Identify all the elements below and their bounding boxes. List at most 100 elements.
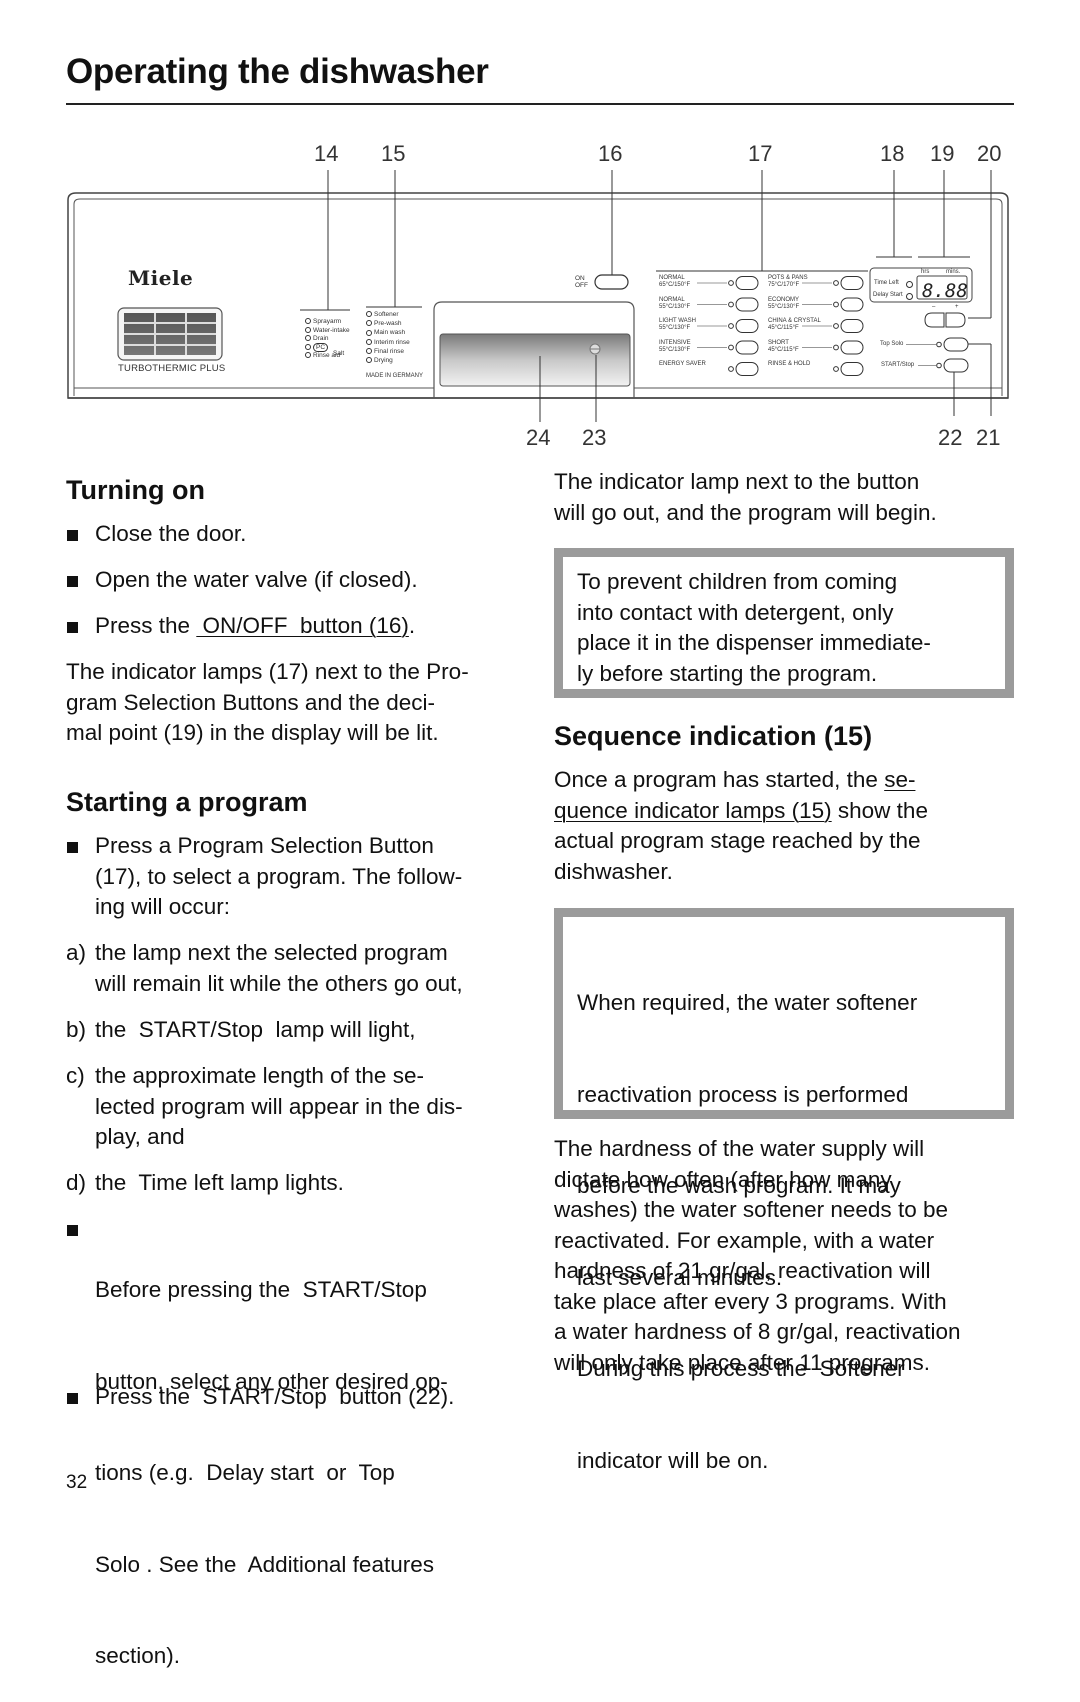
salt-label: Salt — [333, 350, 345, 357]
detergent-note: To prevent children from coming into con… — [554, 548, 1014, 698]
program-temp: 55°C/130°F — [659, 303, 691, 310]
time-display: 8.88 — [922, 280, 968, 302]
program-button-pots-pans-0[interactable] — [841, 277, 863, 290]
plus-button[interactable] — [946, 313, 965, 327]
program-label: SHORT 45°C/115°F — [768, 339, 799, 353]
indicator-final-rinse: Final rinse — [366, 348, 404, 356]
bullet-icon — [67, 622, 78, 633]
delay-start-label: Delay Start — [873, 292, 903, 298]
program-button-normal-1[interactable] — [736, 298, 758, 311]
starting-step-3: Press the START/Stop button (22). — [95, 1384, 455, 1409]
turning-on-step-2: Open the water valve (if closed). — [95, 567, 418, 592]
top-solo-button[interactable] — [944, 338, 968, 351]
program-label: LIGHT WASH 55°C/130°F — [659, 318, 697, 331]
indicator-label: Main wash — [374, 329, 406, 337]
program-button-economy-1[interactable] — [841, 298, 863, 311]
program-label: ECONOMY 55°C/130°F — [768, 296, 800, 310]
program-lamp-icon — [833, 344, 839, 351]
hardness-paragraph: The hardness of the water supply will di… — [554, 1134, 960, 1378]
item-c-label: c) — [66, 1063, 85, 1088]
callout-20: 20 — [977, 141, 1002, 166]
bullet-icon — [67, 1393, 78, 1404]
para-line: Once a program has started, the se- — [554, 765, 928, 796]
program-lamp-icon — [728, 344, 734, 351]
para-line: mal point (19) in the display will be li… — [66, 720, 439, 745]
callout-19: 19 — [930, 141, 955, 166]
para-line: the lamp next the selected program — [95, 940, 448, 965]
indicator-lamp-icon — [366, 329, 372, 336]
para-line: Before pressing the START/Stop — [95, 1277, 427, 1302]
program-button-short-3[interactable] — [841, 341, 863, 354]
para-line: play, and — [95, 1124, 185, 1149]
on-off-reference[interactable]: ON/OFF button (16) — [196, 613, 409, 638]
intro-paragraph: The indicator lamp next to the button wi… — [554, 467, 937, 528]
indicator-label: Softener — [374, 311, 399, 318]
para-line: The indicator lamps (17) next to the Pro… — [66, 659, 469, 684]
program-lamp-icon — [728, 366, 734, 372]
program-label: POTS & PANS 75°C/170°F — [768, 275, 808, 288]
indicator-lamp-icon — [305, 343, 311, 350]
turning-on-step-3: Press the ON/OFF button (16). — [95, 611, 415, 642]
callout-16: 16 — [598, 141, 623, 166]
on-off-button[interactable] — [595, 275, 628, 289]
program-temp: 45°C/115°F — [768, 346, 799, 353]
indicator-label: Pre-wash — [374, 320, 402, 328]
callout-17: 17 — [748, 141, 773, 166]
softener-note: When required, the water softener reacti… — [554, 908, 1014, 1473]
program-button-china-crystal-2[interactable] — [841, 320, 863, 333]
indicator-softener: Softener — [366, 311, 399, 319]
item-b: the START/Stop lamp will light, — [95, 1017, 416, 1042]
program-button-intensive-3[interactable] — [736, 341, 758, 354]
para-line: gram Selection Buttons and the deci- — [66, 689, 435, 715]
para-line: actual program stage reached by the — [554, 828, 921, 853]
para-line: washes) the water softener needs to be — [554, 1197, 948, 1222]
indicator-drain: Drain — [305, 335, 329, 343]
program-button-rinse-hold-4[interactable] — [841, 363, 863, 376]
para-line: Press a Program Selection Button — [95, 833, 434, 858]
indicator-pc: PC — [305, 342, 329, 352]
para-line: reactivated. For example, with a water — [554, 1227, 935, 1253]
item-c: the approximate length of the se- lected… — [95, 1061, 463, 1153]
sequence-lamps-link[interactable]: se- — [884, 767, 915, 792]
text: show the — [831, 797, 928, 823]
program-lamp-icon — [833, 301, 839, 308]
indicator-label: Final rinse — [374, 347, 404, 355]
callout-18: 18 — [880, 141, 905, 166]
program-label: NORMAL 55°C/130°F — [659, 296, 691, 310]
indicator-lamp-icon — [305, 352, 311, 359]
para-line: lected program will appear in the dis- — [95, 1093, 463, 1119]
para-line: will only take place after 11 programs. — [554, 1349, 931, 1375]
program-label: CHINA & CRYSTAL 45°C/115°F — [768, 318, 821, 331]
program-button-normal-0[interactable] — [736, 277, 758, 290]
start-stop-button[interactable] — [944, 359, 968, 372]
program-button-energy-saver-4[interactable] — [736, 363, 758, 376]
start-stop-label: START/Stop — [881, 362, 915, 368]
starting-step-1: Press a Program Selection Button (17), t… — [95, 831, 462, 923]
heading-starting-program: Starting a program — [66, 787, 308, 817]
para-line: (17), to select a program. The follow- — [95, 863, 463, 889]
bullet-icon — [67, 1225, 78, 1236]
off-label: OFF — [575, 282, 588, 289]
indicator-lamp-icon — [366, 320, 372, 327]
program-button-light-wash-2[interactable] — [736, 320, 758, 333]
indicator-label: Drain — [313, 335, 329, 342]
sequence-lamps-link[interactable]: quence indicator lamps (15) — [554, 798, 832, 823]
program-lamp-icon — [833, 366, 839, 372]
callout-22: 22 — [938, 425, 963, 450]
indicator-main-wash: Main wash — [366, 329, 405, 337]
para-line: ing will occur: — [95, 894, 231, 919]
panel-lines — [67, 170, 1009, 422]
program-temp: 65°C/150°F — [659, 282, 691, 288]
para-line: To prevent children from coming — [577, 569, 898, 594]
model-label: TURBOTHERMIC PLUS — [118, 363, 226, 374]
para-line: tions (e.g. Delay start or Top — [95, 1460, 395, 1485]
time-left-lamp — [906, 281, 913, 288]
para-line: place it in the dispenser immediate- — [577, 630, 931, 655]
text: Once a program has started, the — [554, 767, 885, 792]
para-line: will remain lit while the others go out, — [95, 970, 463, 996]
program-lamp-icon — [833, 323, 839, 329]
para-line: indicator will be on. — [577, 1447, 769, 1473]
minus-button[interactable] — [925, 313, 944, 327]
program-lamp-icon — [728, 280, 734, 286]
indicator-label: Sprayarm — [313, 318, 342, 325]
